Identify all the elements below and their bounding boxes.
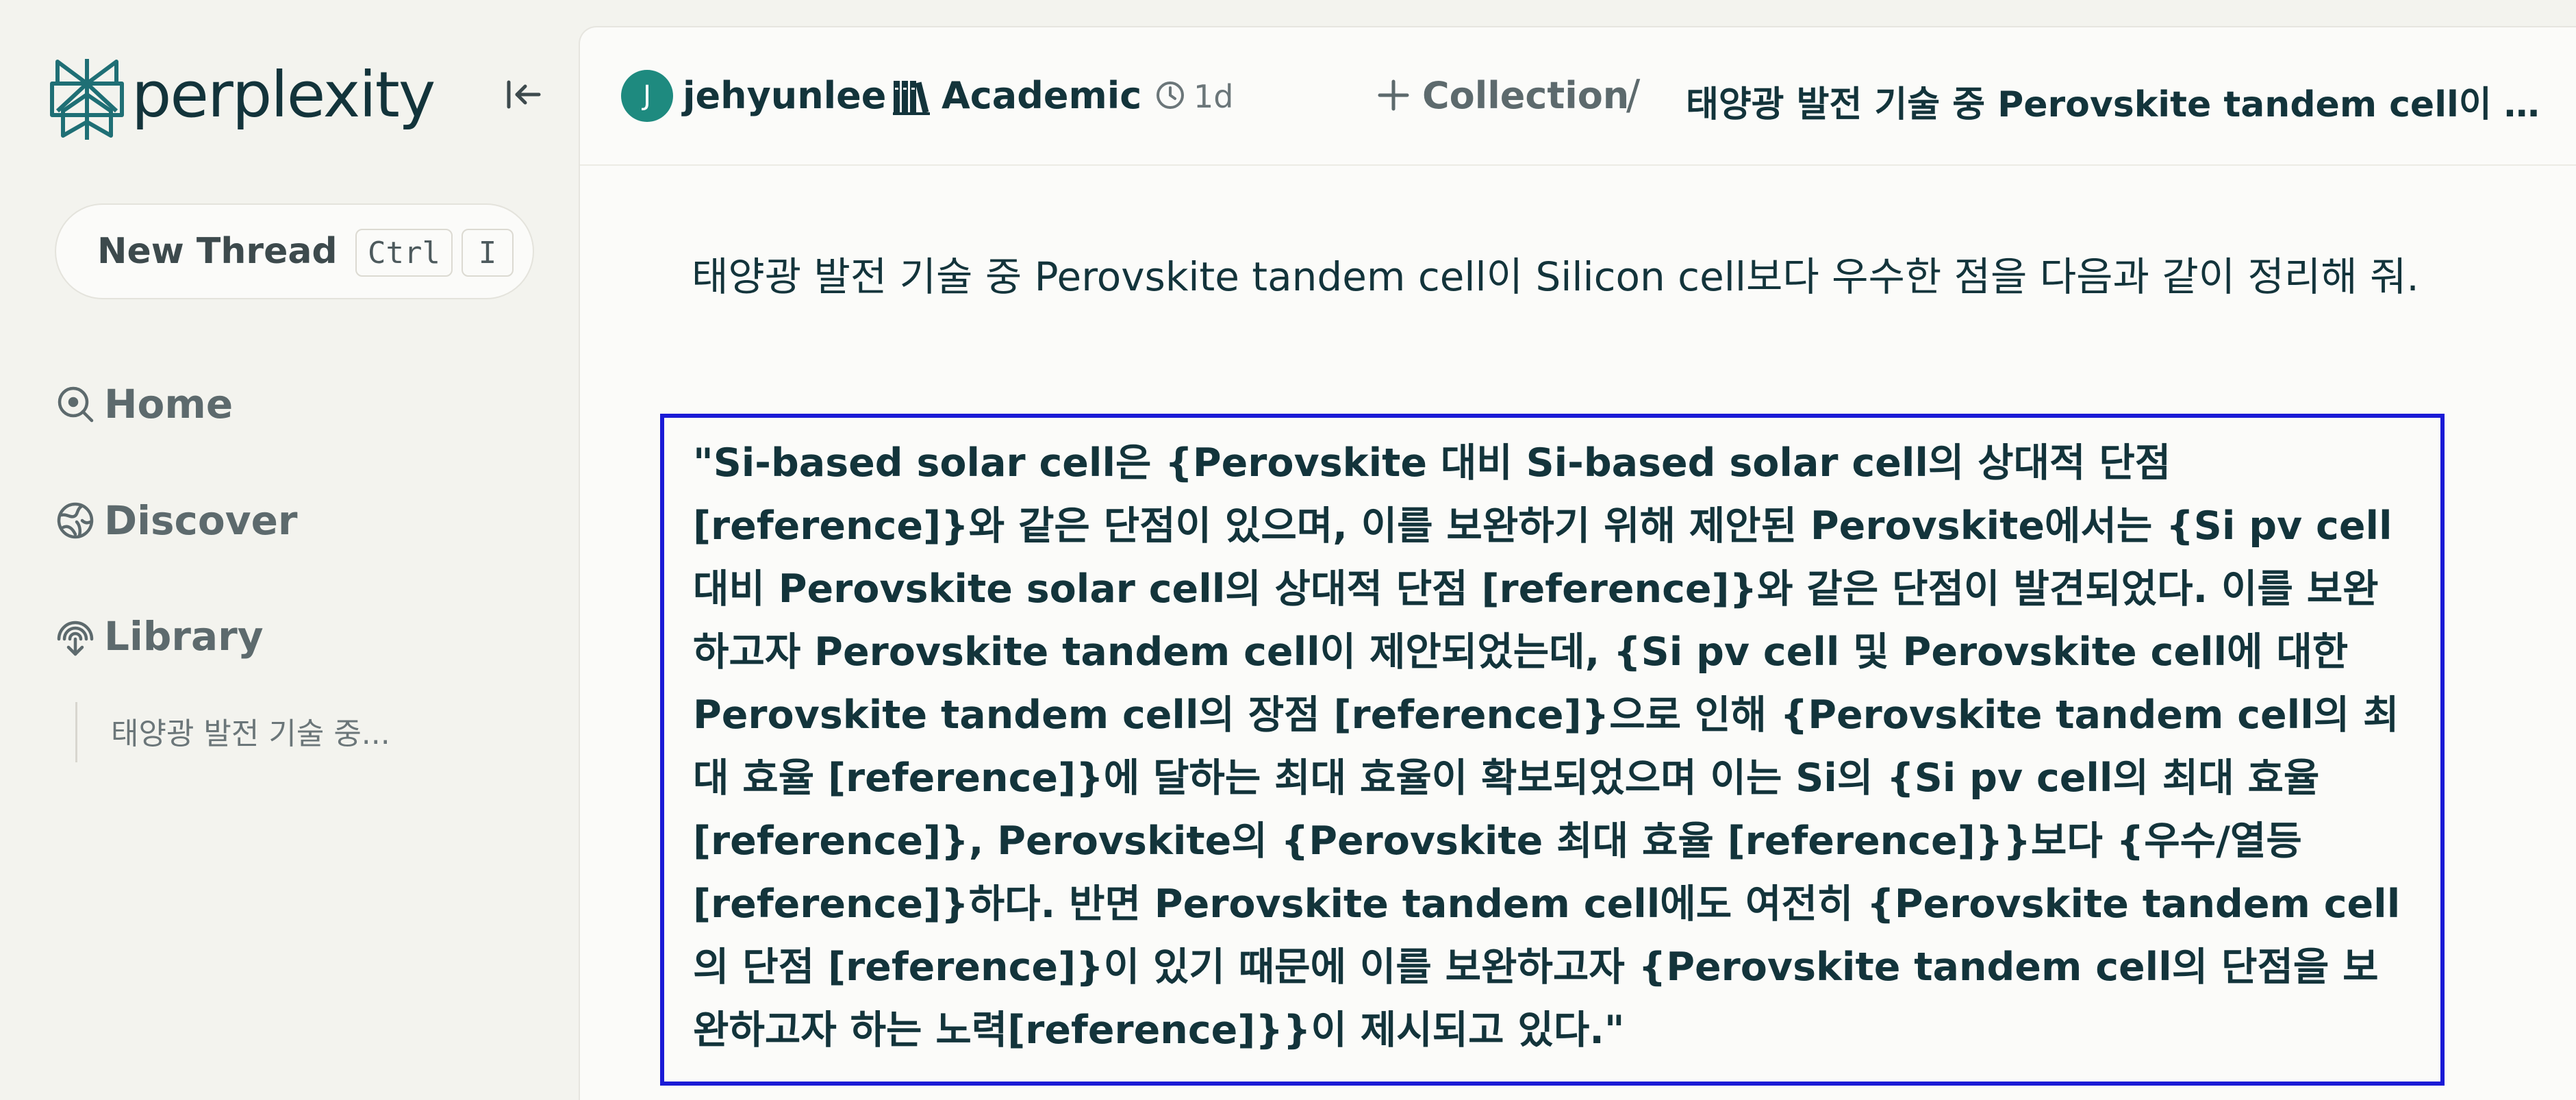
sidebar: perplexity New Thread Ctrl I Home Discov… xyxy=(0,0,579,1100)
user-query: 태양광 발전 기술 중 Perovskite tandem cell이 Sili… xyxy=(692,253,2419,300)
thread-header: J jehyunlee Academic 1d Collection / 태양광… xyxy=(580,27,2576,166)
library-thread-item[interactable]: 태양광 발전 기술 중... xyxy=(111,709,390,753)
highlighted-prompt-template: "Si-based solar cell은 {Perovskite 대비 Si-… xyxy=(660,414,2445,1086)
prompt-template-text: "Si-based solar cell은 {Perovskite 대비 Si-… xyxy=(693,440,2401,1053)
new-thread-label: New Thread xyxy=(97,231,338,272)
username[interactable]: jehyunlee xyxy=(683,74,886,117)
books-icon xyxy=(892,77,931,116)
library-thread-rail xyxy=(75,702,77,762)
thread-title: 태양광 발전 기술 중 Perovskite tandem cell이 Sili… xyxy=(1686,84,2542,125)
logo[interactable]: perplexity xyxy=(49,56,435,142)
breadcrumb-separator: / xyxy=(1626,71,1641,119)
sidebar-item-discover[interactable]: Discover xyxy=(55,497,298,544)
plus-icon[interactable] xyxy=(1376,77,1411,113)
search-circle-icon xyxy=(55,384,96,425)
collapse-sidebar-button[interactable] xyxy=(503,75,544,116)
globe-icon xyxy=(55,500,96,541)
clock-icon xyxy=(1155,80,1185,110)
logo-text: perplexity xyxy=(131,58,435,132)
sidebar-item-label: Discover xyxy=(104,497,298,544)
shortcut-key-ctrl: Ctrl xyxy=(355,229,453,277)
collapse-sidebar-icon xyxy=(505,78,543,114)
shortcut-key-i: I xyxy=(462,229,514,277)
sidebar-item-label: Library xyxy=(104,613,264,660)
new-thread-button[interactable]: New Thread Ctrl I xyxy=(55,203,534,299)
perplexity-logo-icon xyxy=(49,56,125,142)
sidebar-item-library[interactable]: Library xyxy=(55,613,264,660)
library-icon xyxy=(55,616,96,657)
main-panel: J jehyunlee Academic 1d Collection / 태양광… xyxy=(579,26,2576,1100)
avatar[interactable]: J xyxy=(621,70,673,122)
add-to-collection-button[interactable]: Collection xyxy=(1422,74,1629,117)
sidebar-item-label: Home xyxy=(104,381,233,427)
thread-age: 1d xyxy=(1194,78,1234,115)
sidebar-item-home[interactable]: Home xyxy=(55,381,233,427)
focus-mode[interactable]: Academic xyxy=(942,74,1141,117)
